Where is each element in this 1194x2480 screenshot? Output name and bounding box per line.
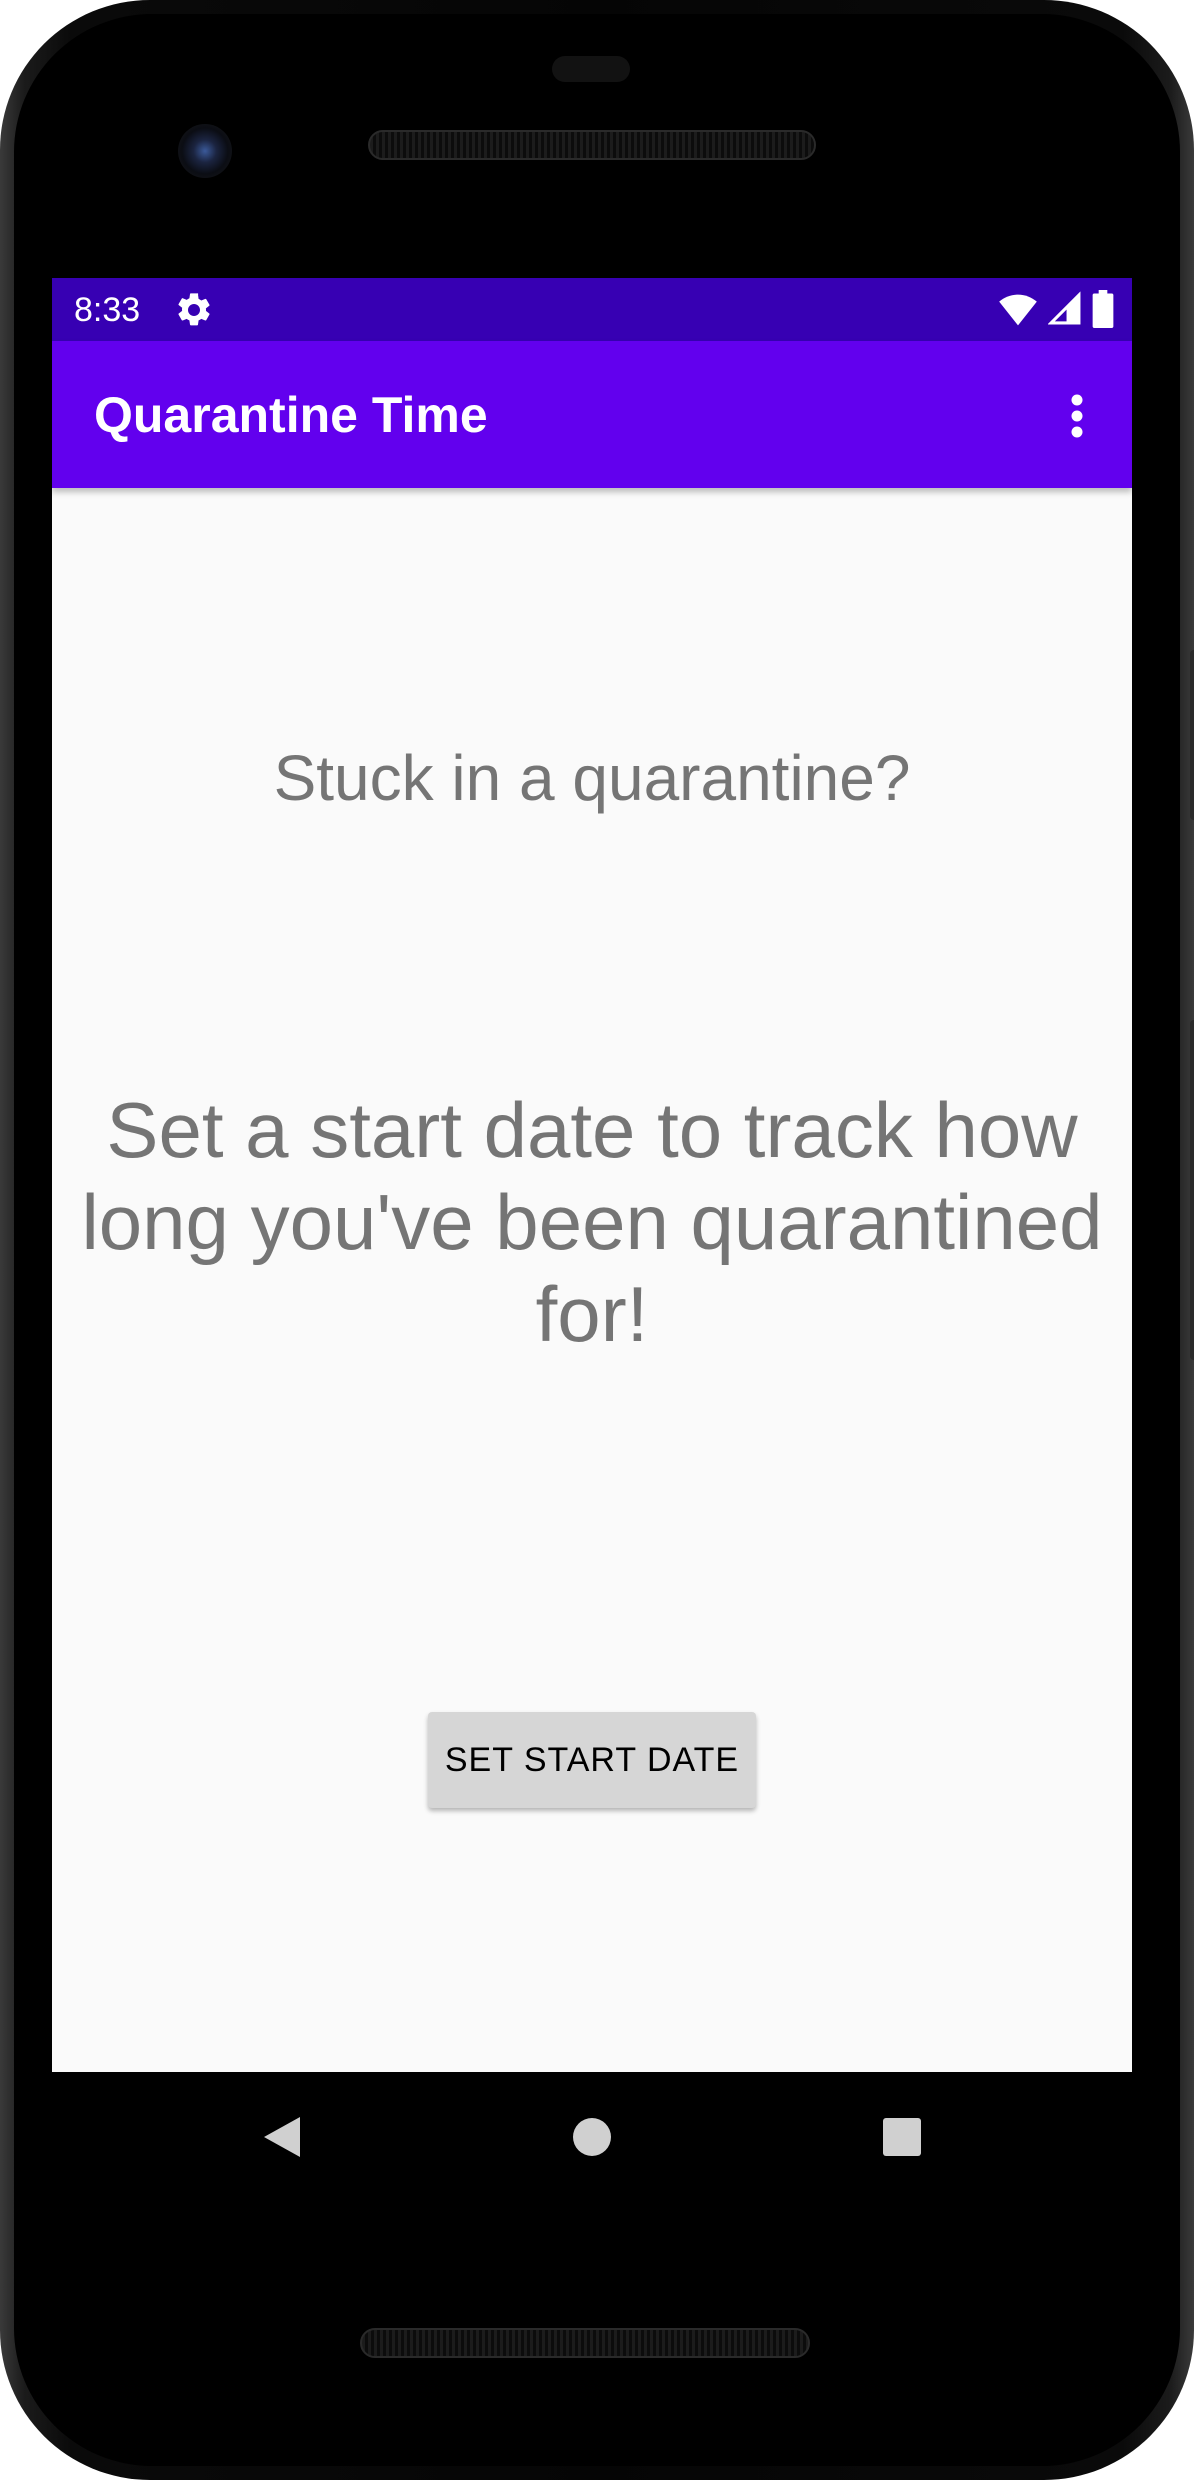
subtitle-text: Stuck in a quarantine?	[273, 742, 911, 814]
home-icon	[573, 2118, 611, 2156]
front-camera-icon	[178, 124, 232, 178]
app-screen: 8:33 Quarantine Time Stuck in a quaranti…	[52, 278, 1132, 2072]
set-start-date-button[interactable]: SET START DATE	[428, 1712, 756, 1808]
power-button	[1190, 650, 1194, 820]
nav-back-button[interactable]	[252, 2107, 312, 2167]
nav-home-button[interactable]	[562, 2107, 622, 2167]
nav-recents-button[interactable]	[872, 2107, 932, 2167]
battery-icon	[1092, 290, 1114, 328]
bottom-speaker	[360, 2328, 810, 2358]
app-title: Quarantine Time	[94, 387, 488, 443]
earpiece-speaker	[368, 130, 816, 160]
proximity-sensor	[552, 56, 630, 82]
overflow-menu-button[interactable]	[1042, 381, 1112, 451]
volume-button	[1190, 1020, 1194, 1360]
status-time: 8:33	[74, 291, 141, 329]
status-bar: 8:33	[52, 278, 1132, 341]
instruction-message: Set a start date to track how long you'v…	[81, 1086, 1103, 1358]
recents-icon	[883, 2118, 921, 2156]
cell-signal-icon	[1048, 291, 1081, 325]
app-bar: Quarantine Time	[52, 341, 1132, 488]
wifi-icon	[999, 294, 1037, 326]
status-icons	[998, 290, 1114, 328]
settings-icon	[178, 293, 210, 326]
back-icon	[264, 2117, 300, 2157]
navigation-bar	[52, 2072, 1132, 2202]
more-vert-icon	[1071, 394, 1083, 438]
